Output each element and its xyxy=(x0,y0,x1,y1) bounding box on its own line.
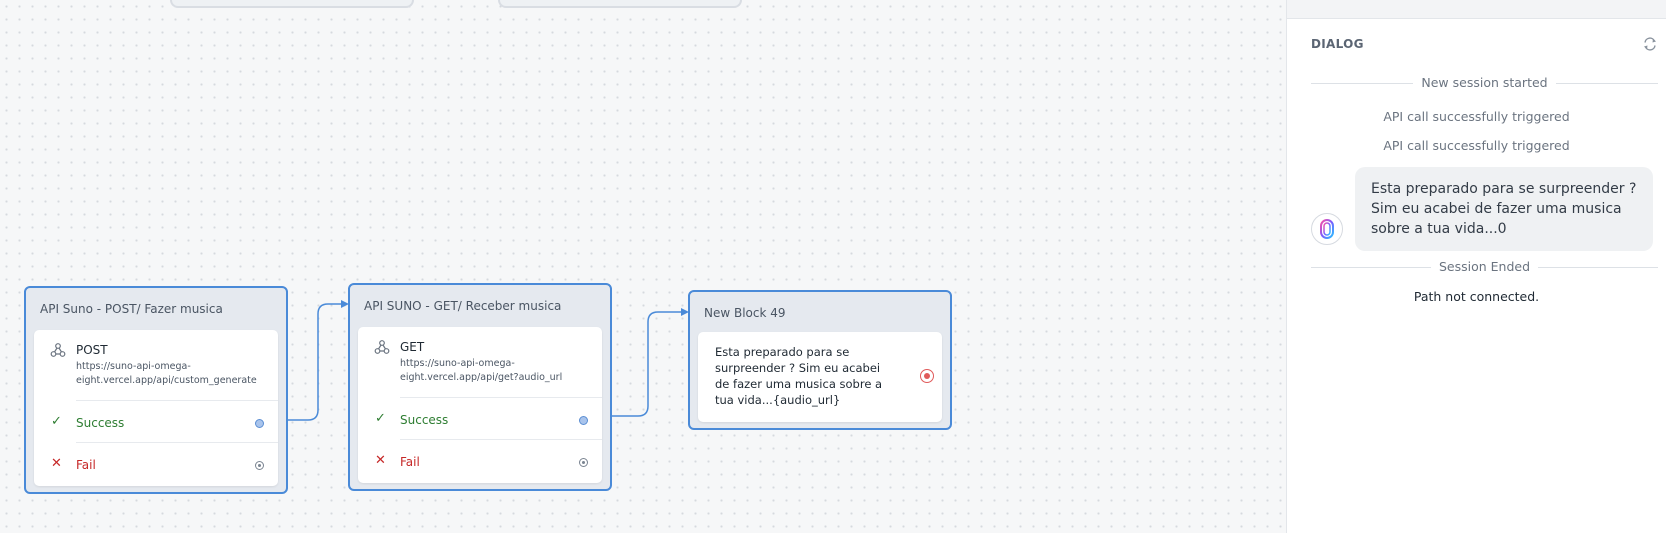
api-block-post[interactable]: API Suno - POST/ Fazer musica POST https… xyxy=(24,286,288,494)
fail-port-label: Fail xyxy=(76,458,96,472)
success-port[interactable] xyxy=(255,419,264,428)
close-icon: ✕ xyxy=(375,453,386,468)
close-icon: ✕ xyxy=(51,456,62,471)
dialog-title: DIALOG xyxy=(1311,37,1364,51)
api-url: https://suno-api-omega-eight.vercel.app/… xyxy=(400,358,563,383)
session-started-divider: New session started xyxy=(1311,75,1658,91)
dialog-panel: DIALOG New session started API call succ… xyxy=(1286,0,1666,533)
system-event: API call successfully triggered xyxy=(1383,138,1570,153)
success-port[interactable] xyxy=(579,416,588,425)
fail-port-label: Fail xyxy=(400,455,420,469)
target-icon[interactable] xyxy=(920,369,934,383)
fail-port[interactable] xyxy=(255,461,264,470)
bot-logo-icon xyxy=(1320,219,1334,239)
panel-header-bar xyxy=(1287,0,1666,19)
fail-port[interactable] xyxy=(579,458,588,467)
message-text: Esta preparado para se surpreender ? Sim… xyxy=(715,345,883,407)
api-icon xyxy=(50,343,66,357)
check-icon: ✓ xyxy=(375,411,386,426)
divider xyxy=(76,442,278,443)
success-port-label: Success xyxy=(76,416,125,430)
divider xyxy=(400,439,602,440)
session-started-text: New session started xyxy=(1413,75,1556,90)
flow-canvas[interactable]: API Suno - POST/ Fazer musica POST https… xyxy=(0,0,1286,533)
message-step-card[interactable]: Esta preparado para se surpreender ? Sim… xyxy=(698,332,942,422)
connector-get-to-block49 xyxy=(601,311,684,417)
api-method: GET xyxy=(400,340,425,354)
api-block-get[interactable]: API SUNO - GET/ Receber musica GET https… xyxy=(348,283,612,491)
success-port-label: Success xyxy=(400,413,449,427)
path-note: Path not connected. xyxy=(1413,289,1540,304)
api-icon xyxy=(374,340,390,354)
api-url: https://suno-api-omega-eight.vercel.app/… xyxy=(76,361,257,386)
api-method: POST xyxy=(76,343,108,357)
divider xyxy=(400,397,602,398)
bot-message-bubble: Esta preparado para se surpreender ? Sim… xyxy=(1355,167,1653,251)
system-event: API call successfully triggered xyxy=(1383,109,1570,124)
block-title: API SUNO - GET/ Receber musica xyxy=(364,299,562,313)
check-icon: ✓ xyxy=(51,414,62,429)
block-title: New Block 49 xyxy=(704,306,786,320)
session-ended-divider: Session Ended xyxy=(1311,259,1658,275)
api-step-card[interactable]: GET https://suno-api-omega-eight.vercel.… xyxy=(358,327,602,483)
message-block[interactable]: New Block 49 Esta preparado para se surp… xyxy=(688,290,952,430)
api-step-card[interactable]: POST https://suno-api-omega-eight.vercel… xyxy=(34,330,278,486)
bot-avatar xyxy=(1311,213,1343,245)
session-ended-text: Session Ended xyxy=(1430,259,1539,274)
block-title: API Suno - POST/ Fazer musica xyxy=(40,302,223,316)
refresh-icon[interactable] xyxy=(1642,36,1658,52)
divider xyxy=(76,400,278,401)
